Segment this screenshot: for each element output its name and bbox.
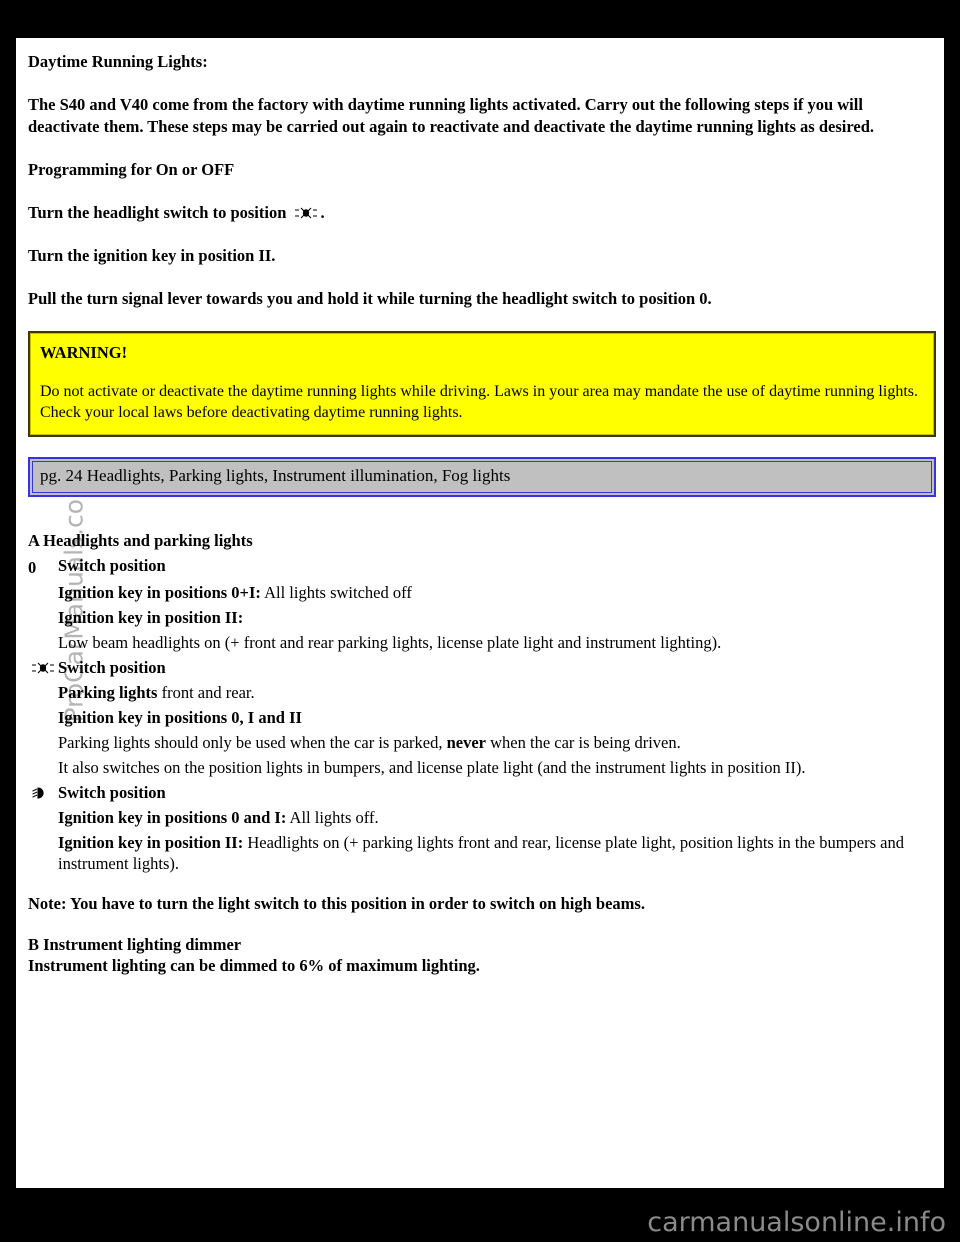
intro-paragraph: The S40 and V40 come from the factory wi… [28,95,875,136]
switch-position-label-off: Switch position [58,556,166,575]
headlight-line-2-bold: Ignition key in position II: [58,833,244,852]
section-heading-a: A Headlights and parking lights [28,531,253,550]
switch-position-headlight-row: Switch position [28,782,936,803]
parking-line-3: Parking lights should only be used when … [58,732,936,753]
dimmer-text: Instrument lighting can be dimmed to 6% … [28,956,480,975]
parking-line-3-never: never [446,733,487,752]
switch-position-off-row: 0 Switch position [28,555,936,578]
parking-line-1-bold: Parking lights [58,683,158,702]
parking-line-3-a: Parking lights should only be used when … [58,733,447,752]
switch-marker-zero: 0 [28,558,37,577]
high-beam-note: Note: You have to turn the light switch … [28,894,645,913]
page-reference-text: pg. 24 Headlights, Parking lights, Instr… [40,466,511,485]
step-headlight-switch: Turn the headlight switch to position . [28,202,936,223]
parking-lights-icon-gutter [28,657,58,674]
page-reference-bar: pg. 24 Headlights, Parking lights, Instr… [28,457,936,497]
programming-heading: Programming for On or OFF [28,160,235,179]
warning-box: WARNING! Do not activate or deactivate t… [28,331,936,437]
page-reference-bar-inner: pg. 24 Headlights, Parking lights, Instr… [32,461,932,493]
parking-line-1-rest: front and rear. [157,683,255,702]
off-line-1-bold: Ignition key in positions 0+I: [58,583,261,602]
switch-position-label-headlight: Switch position [58,783,166,802]
step-ignition-key: Turn the ignition key in position II. [28,246,276,265]
document-page: ProCarManuals.com Daytime Running Lights… [16,38,944,1188]
step1-text: Turn the headlight switch to position [28,203,287,222]
off-line-2: Ignition key in position II: [58,608,244,627]
footer-watermark: carmanualsonline.info [647,1207,946,1238]
warning-title: WARNING! [40,343,128,362]
off-line-1: Ignition key in positions 0+I: All light… [58,582,936,603]
headlight-line-1: Ignition key in positions 0 and I: All l… [58,807,936,828]
off-line-1-rest: All lights switched off [260,583,412,602]
page-title: Daytime Running Lights: [28,52,208,71]
switch-position-label-parking: Switch position [58,658,166,677]
page-content: Daytime Running Lights: The S40 and V40 … [28,52,936,976]
low-beam-headlight-icon-gutter [28,782,58,799]
step-turn-signal-lever: Pull the turn signal lever towards you a… [28,289,712,308]
headlight-line-1-bold: Ignition key in positions 0 and I: [58,808,287,827]
parking-line-4: It also switches on the position lights … [58,758,806,777]
switch-position-parking-row: Switch position [28,657,936,678]
dimmer-heading: B Instrument lighting dimmer [28,935,242,954]
parking-line-1: Parking lights front and rear. [58,682,936,703]
warning-box-inner: WARNING! Do not activate or deactivate t… [30,333,934,435]
low-beam-headlight-icon [30,785,56,799]
headlight-line-1-rest: All lights off. [286,808,379,827]
headlight-line-2: Ignition key in position II: Headlights … [58,832,936,874]
parking-line-3-c: when the car is being driven. [486,733,681,752]
off-line-3: Low beam headlights on (+ front and rear… [58,633,722,652]
parking-lights-icon [293,204,319,219]
parking-lights-icon [30,660,56,674]
parking-line-2: Ignition key in positions 0, I and II [58,708,302,727]
step1-period: . [320,203,325,222]
screenshot-root: ProCarManuals.com Daytime Running Lights… [0,0,960,1242]
warning-text: Do not activate or deactivate the daytim… [40,383,918,421]
